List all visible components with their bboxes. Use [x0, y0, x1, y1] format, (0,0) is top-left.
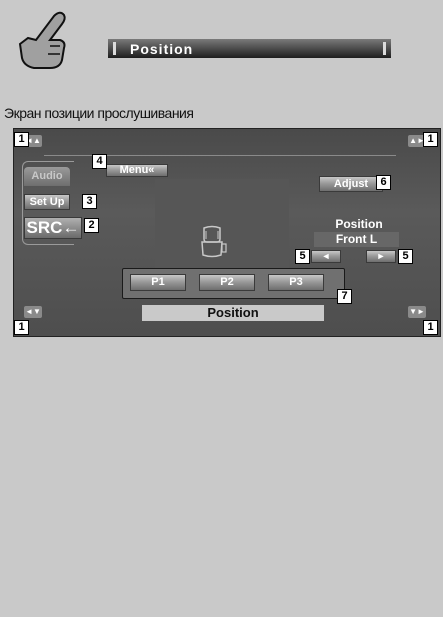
position-left-button[interactable]: ◄ — [311, 250, 341, 263]
setup-button[interactable]: Set Up — [24, 194, 70, 210]
callout-2: 2 — [84, 218, 99, 233]
preset-p2-button[interactable]: P2 — [199, 274, 255, 291]
preset-p1-button[interactable]: P1 — [130, 274, 186, 291]
src-button[interactable]: SRC← — [24, 217, 82, 239]
menu-button[interactable]: Menu« — [106, 164, 168, 177]
callout-5-right: 5 — [398, 249, 413, 264]
pointing-hand-icon — [18, 11, 66, 69]
position-right-button[interactable]: ► — [366, 250, 396, 263]
status-bar-label: Position — [142, 305, 324, 321]
callout-4: 4 — [92, 154, 107, 169]
callout-1-bottom-right: 1 — [423, 320, 438, 335]
callout-5-left: 5 — [295, 249, 310, 264]
page-title: Position — [130, 40, 194, 57]
preset-p3-button[interactable]: P3 — [268, 274, 324, 291]
callout-1-bottom-left: 1 — [14, 320, 29, 335]
page-header-bar: Position — [108, 39, 391, 58]
device-screen: ◄▲ ▲► ◄▼ ▼► Audio Set Up SRC← Menu« Adju… — [13, 128, 441, 337]
section-subtitle: Экран позиции прослушивания — [4, 105, 194, 121]
corner-button-bottom-right[interactable]: ▼► — [408, 306, 426, 318]
corner-button-bottom-left[interactable]: ◄▼ — [24, 306, 42, 318]
car-seat-icon — [201, 225, 227, 258]
adjust-button[interactable]: Adjust — [319, 176, 383, 192]
tab-audio[interactable]: Audio — [24, 167, 70, 186]
callout-6: 6 — [376, 175, 391, 190]
position-value: Front L — [314, 232, 399, 247]
callout-7: 7 — [337, 289, 352, 304]
callout-1-top-right: 1 — [423, 132, 438, 147]
position-label: Position — [335, 217, 383, 231]
callout-1-top-left: 1 — [14, 132, 29, 147]
callout-3: 3 — [82, 194, 97, 209]
